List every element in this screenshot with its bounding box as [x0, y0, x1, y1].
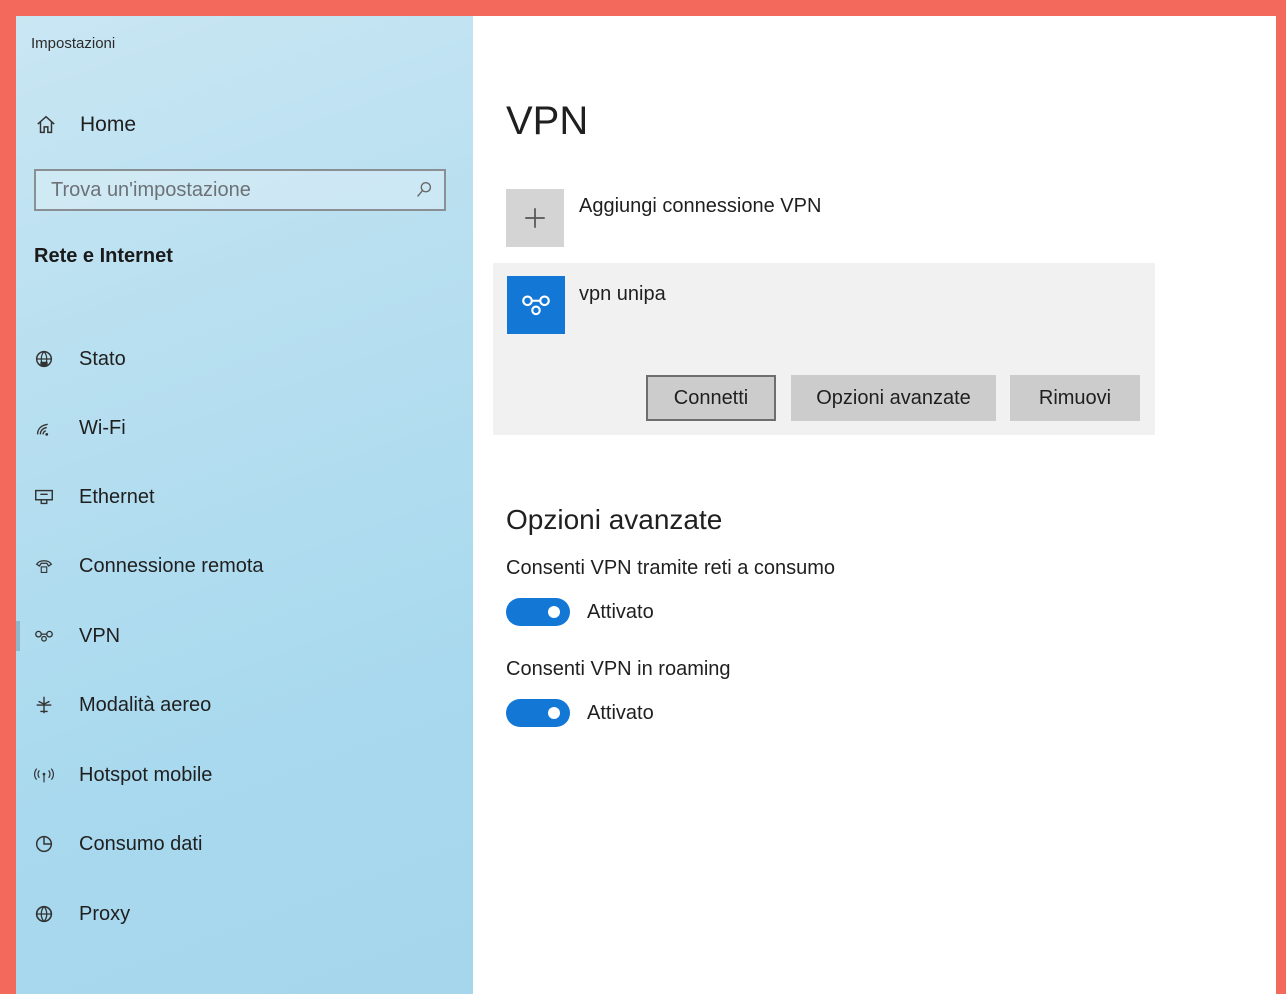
- sidebar-item-proxy[interactable]: Proxy: [16, 889, 473, 939]
- app-title: Impostazioni: [31, 35, 116, 52]
- vpn-icon: [32, 624, 56, 648]
- sidebar-item-vpn[interactable]: VPN: [16, 611, 473, 661]
- sidebar-item-ethernet[interactable]: Ethernet: [16, 472, 473, 522]
- dial-up-phone-icon: [32, 554, 56, 578]
- roaming-option-label: Consenti VPN in roaming: [506, 658, 731, 680]
- globe-proxy-icon: [32, 902, 56, 926]
- vpn-entry-panel[interactable]: vpn unipa Connetti Opzioni avanzate Rimu…: [493, 263, 1155, 435]
- home-icon: [34, 113, 58, 137]
- sidebar-item-label: Consumo dati: [79, 832, 203, 855]
- metered-toggle-state: Attivato: [587, 600, 654, 623]
- advanced-options-button[interactable]: Opzioni avanzate: [791, 375, 996, 421]
- wifi-icon: [32, 416, 56, 440]
- ethernet-icon: [32, 485, 56, 509]
- sidebar: Impostazioni Home Rete e Internet Stato: [16, 16, 473, 994]
- connect-button[interactable]: Connetti: [646, 375, 776, 421]
- vpn-connection-name: vpn unipa: [579, 283, 666, 305]
- settings-window: Impostazioni Home Rete e Internet Stato: [16, 16, 1276, 994]
- sidebar-item-label: Stato: [79, 347, 126, 370]
- airplane-icon: [32, 693, 56, 717]
- vpn-connection-icon: [507, 276, 565, 334]
- search-box[interactable]: [34, 169, 446, 211]
- sidebar-item-hotspot-mobile[interactable]: Hotspot mobile: [16, 750, 473, 800]
- roaming-toggle-state: Attivato: [587, 701, 654, 724]
- main-content: VPN Aggiungi connessione VPN vpn unipa C…: [473, 16, 1276, 994]
- sidebar-item-label: Hotspot mobile: [79, 763, 213, 786]
- sidebar-item-stato[interactable]: Stato: [16, 334, 473, 384]
- sidebar-item-label: Wi-Fi: [79, 416, 126, 439]
- metered-toggle-row[interactable]: Attivato: [506, 598, 654, 626]
- advanced-options-heading: Opzioni avanzate: [506, 504, 723, 535]
- sidebar-item-label: Modalità aereo: [79, 693, 212, 716]
- sidebar-item-connessione-remota[interactable]: Connessione remota: [16, 541, 473, 591]
- globe-status-icon: [32, 347, 56, 371]
- sidebar-item-modalita-aereo[interactable]: Modalità aereo: [16, 680, 473, 730]
- metered-toggle[interactable]: [506, 598, 570, 626]
- roaming-toggle-row[interactable]: Attivato: [506, 699, 654, 727]
- sidebar-item-wifi[interactable]: Wi-Fi: [16, 403, 473, 453]
- home-link[interactable]: Home: [34, 110, 136, 140]
- remove-button[interactable]: Rimuovi: [1010, 375, 1140, 421]
- toggle-knob: [548, 707, 560, 719]
- metered-option-label: Consenti VPN tramite reti a consumo: [506, 557, 836, 579]
- sidebar-item-label: Connessione remota: [79, 554, 264, 577]
- sidebar-item-label: Proxy: [79, 902, 131, 925]
- page-title: VPN: [506, 99, 589, 143]
- sidebar-item-label: VPN: [79, 624, 121, 647]
- toggle-knob: [548, 606, 560, 618]
- sidebar-item-label: Ethernet: [79, 485, 155, 508]
- add-vpn-label: Aggiungi connessione VPN: [579, 195, 822, 217]
- roaming-toggle[interactable]: [506, 699, 570, 727]
- search-icon[interactable]: [410, 178, 438, 202]
- data-usage-icon: [32, 832, 56, 856]
- section-title: Rete e Internet: [34, 245, 173, 267]
- plus-icon[interactable]: [506, 189, 564, 247]
- hotspot-icon: [32, 763, 56, 787]
- sidebar-item-consumo-dati[interactable]: Consumo dati: [16, 819, 473, 869]
- home-label: Home: [80, 113, 137, 136]
- search-input[interactable]: [36, 177, 410, 203]
- add-vpn-connection[interactable]: Aggiungi connessione VPN: [506, 189, 821, 247]
